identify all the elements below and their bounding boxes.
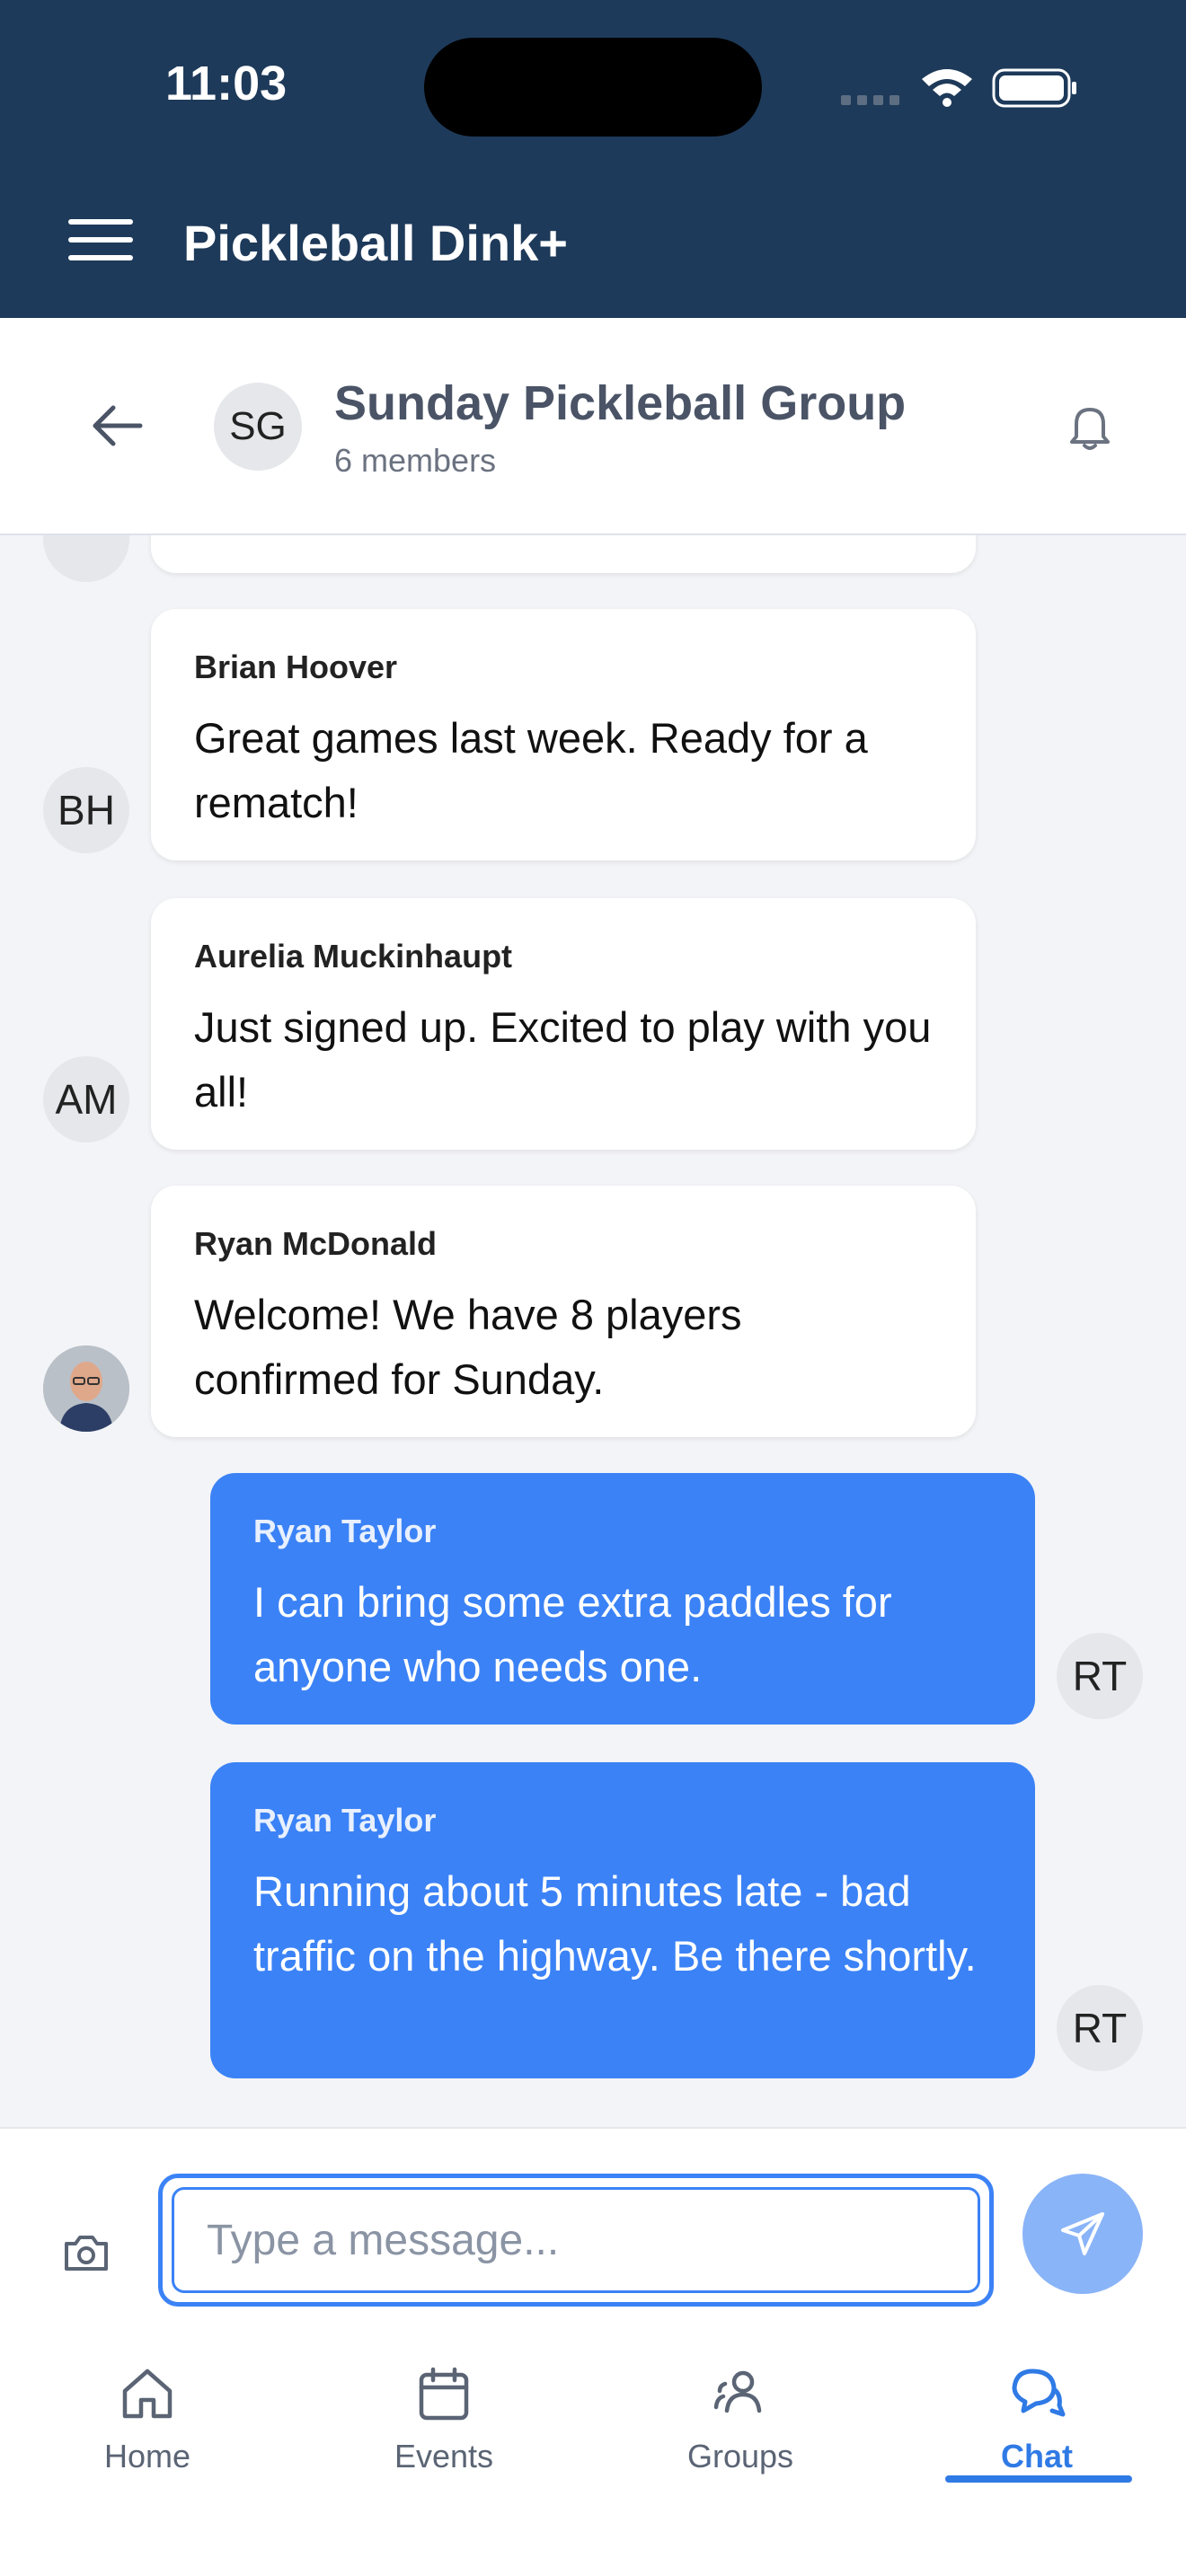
users-icon xyxy=(713,2370,762,2413)
calendar-icon xyxy=(419,2367,469,2421)
bell-icon[interactable] xyxy=(1060,397,1120,456)
battery-icon xyxy=(992,68,1076,108)
group-name[interactable]: Sunday Pickleball Group xyxy=(334,375,906,431)
message-bubble: Aurelia Muckinhaupt Just signed up. Exci… xyxy=(151,898,976,1150)
menu-button[interactable] xyxy=(68,219,133,264)
avatar[interactable]: BH xyxy=(43,767,129,853)
message-list[interactable]: Brian Hoover Great games last week. Read… xyxy=(0,535,1186,2127)
avatar-photo[interactable] xyxy=(43,1345,129,1432)
message-text: Running about 5 minutes late - bad traff… xyxy=(253,1867,977,1980)
message-input-wrapper xyxy=(158,2174,994,2307)
message-bubble: Ryan McDonald Welcome! We have 8 players… xyxy=(151,1186,976,1437)
message-sender: Aurelia Muckinhaupt xyxy=(194,938,513,975)
avatar[interactable]: RT xyxy=(1057,1633,1143,1719)
hamburger-icon-line xyxy=(68,219,133,225)
chat-header: SG Sunday Pickleball Group 6 members xyxy=(0,318,1186,535)
message-text: Welcome! We have 8 players confirmed for… xyxy=(194,1291,742,1403)
status-time: 11:03 xyxy=(165,57,288,110)
message-bubble-partial xyxy=(151,535,976,573)
dynamic-island xyxy=(424,38,762,137)
send-button[interactable] xyxy=(1022,2174,1143,2294)
message-text: Great games last week. Ready for a remat… xyxy=(194,714,868,826)
nav-item-groups[interactable]: Groups xyxy=(642,2362,839,2497)
bottom-nav: Home Events Groups Chat xyxy=(0,2326,1186,2576)
message-composer xyxy=(0,2127,1186,2326)
message-bubble-own: Ryan Taylor Running about 5 minutes late… xyxy=(210,1762,1035,2078)
app-title: Pickleball Dink+ xyxy=(183,215,568,271)
message-text: I can bring some extra paddles for anyon… xyxy=(253,1578,892,1690)
nav-label: Groups xyxy=(686,2438,794,2475)
message-sender: Brian Hoover xyxy=(194,648,398,685)
chat-icon xyxy=(1012,2369,1066,2417)
message-bubble-own: Ryan Taylor I can bring some extra paddl… xyxy=(210,1473,1035,1725)
avatar[interactable]: RT xyxy=(1057,1985,1143,2071)
app-header: 11:03 Pickleball Dink+ xyxy=(0,0,1186,318)
hamburger-icon-line xyxy=(68,237,133,243)
nav-item-events[interactable]: Events xyxy=(345,2362,543,2497)
nav-label: Events xyxy=(394,2438,494,2475)
hamburger-icon-line xyxy=(68,255,133,260)
active-tab-indicator xyxy=(945,2475,1132,2483)
message-text: Just signed up. Excited to play with you… xyxy=(194,1003,932,1116)
message-sender: Ryan Taylor xyxy=(253,1802,437,1839)
avatar-partial xyxy=(43,535,129,582)
message-input[interactable] xyxy=(172,2187,980,2293)
camera-icon[interactable] xyxy=(61,2228,111,2278)
message-bubble: Brian Hoover Great games last week. Read… xyxy=(151,609,976,860)
nav-label: Chat xyxy=(1001,2438,1073,2475)
nav-label: Home xyxy=(103,2438,191,2475)
member-count: 6 members xyxy=(334,442,497,479)
send-icon xyxy=(1061,2212,1104,2255)
avatar[interactable]: AM xyxy=(43,1056,129,1142)
group-avatar[interactable]: SG xyxy=(214,383,302,471)
message-sender: Ryan Taylor xyxy=(253,1513,437,1549)
nav-item-home[interactable]: Home xyxy=(49,2362,246,2497)
message-sender: Ryan McDonald xyxy=(194,1225,438,1262)
home-icon xyxy=(122,2369,173,2419)
back-arrow-icon[interactable] xyxy=(86,399,149,453)
wifi-icon xyxy=(922,69,972,107)
cellular-signal-icon xyxy=(841,93,906,110)
person-photo-icon xyxy=(43,1345,129,1432)
